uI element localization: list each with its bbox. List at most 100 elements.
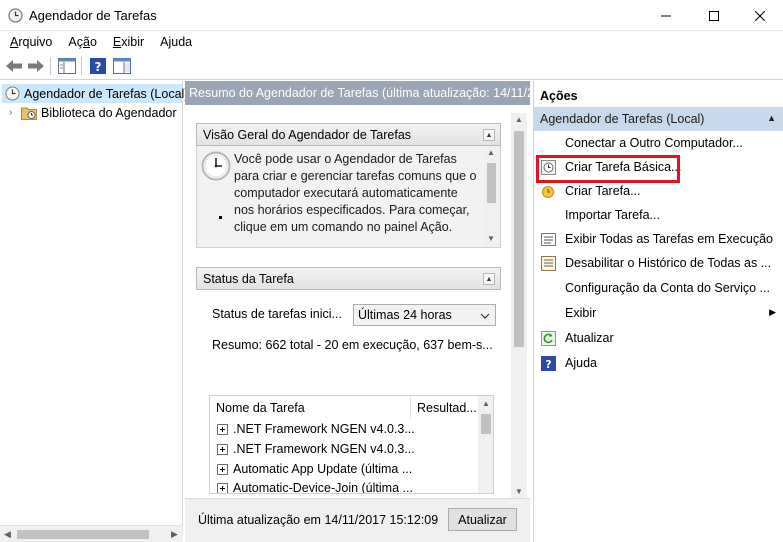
action-service-account-config[interactable]: Configuração da Conta do Serviço ... (534, 276, 783, 300)
select-value: Últimas 24 horas (358, 308, 452, 322)
submenu-arrow-icon: ▶ (769, 307, 776, 317)
tree-item-scheduler-local[interactable]: Agendador de Tarefas (Local) (2, 84, 188, 103)
collapse-up-icon[interactable]: ▲ (483, 273, 495, 285)
table-row[interactable]: Automatic App Update (última ... (210, 459, 412, 479)
actions-group-header[interactable]: Agendador de Tarefas (Local) ▲ (534, 107, 783, 131)
actions-title: Ações (534, 81, 783, 107)
action-disable-history[interactable]: Desabilitar o Histórico de Todas as ... (534, 251, 783, 275)
collapse-up-icon[interactable]: ▲ (483, 129, 495, 141)
status-title: Status da Tarefa (203, 272, 294, 286)
table-row[interactable]: .NET Framework NGEN v4.0.3... (210, 419, 415, 439)
show-hide-action-pane-button[interactable] (112, 56, 132, 76)
clock-large-icon (201, 151, 231, 184)
scroll-up-icon[interactable]: ▲ (515, 115, 523, 124)
tree-horizontal-scrollbar[interactable]: ◀ ▶ (0, 525, 183, 542)
back-arrow-icon (6, 60, 22, 72)
last-update-text: Última atualização em 14/11/2017 15:12:0… (198, 513, 439, 527)
window-title: Agendador de Tarefas (29, 8, 157, 23)
summary-scrollbar[interactable]: ▲ ▼ (511, 113, 527, 501)
help-icon: ? (90, 58, 106, 74)
action-view-menu[interactable]: Exibir ▶ (534, 301, 783, 325)
folder-clock-icon (21, 105, 37, 121)
expand-plus-icon[interactable] (217, 482, 228, 493)
action-create-basic-task[interactable]: Criar Tarefa Básica... (534, 155, 783, 179)
scrollbar-thumb[interactable] (481, 414, 491, 434)
close-button[interactable] (737, 0, 783, 31)
expand-plus-icon[interactable] (217, 443, 228, 455)
menu-bar: Arquivo Ação Exibir Ajuda (0, 31, 783, 53)
scroll-down-icon[interactable]: ▼ (515, 487, 523, 496)
help-toolbar-button[interactable]: ? (88, 56, 108, 76)
toolbar-separator (81, 57, 82, 75)
actions-group-label: Agendador de Tarefas (Local) (540, 112, 705, 126)
scroll-down-icon[interactable]: ▼ (487, 234, 495, 243)
forward-arrow-icon (28, 60, 44, 72)
navigation-tree: Agendador de Tarefas (Local) › Bibliotec… (0, 81, 188, 542)
overview-title: Visão Geral do Agendador de Tarefas (203, 128, 412, 142)
clock-icon (8, 8, 23, 23)
scroll-right-icon[interactable]: ▶ (171, 529, 178, 540)
action-pane-icon (113, 58, 131, 74)
overview-body: Você pode usar o Agendador de Tarefas pa… (196, 146, 501, 248)
overview-scrollbar[interactable]: ▲ ▼ (483, 146, 500, 247)
console-tree-icon (58, 58, 76, 74)
scroll-up-icon[interactable]: ▲ (482, 399, 490, 408)
refresh-icon (540, 330, 556, 346)
status-summary: Resumo: 662 total - 20 em execução, 637 … (212, 338, 493, 352)
action-connect-computer[interactable]: Conectar a Outro Computador... (534, 131, 783, 155)
svg-text:?: ? (545, 358, 551, 371)
menu-acao[interactable]: Ação (58, 35, 103, 49)
expand-plus-icon[interactable] (217, 463, 228, 475)
action-create-task[interactable]: Criar Tarefa... (534, 179, 783, 203)
bullet-dot (219, 216, 222, 219)
action-refresh[interactable]: Atualizar (534, 326, 783, 350)
action-import-task[interactable]: Importar Tarefa... (534, 203, 783, 227)
task-status-table: Nome da Tarefa Resultad... .NET Framewor… (209, 395, 494, 494)
table-row[interactable]: Automatic-Device-Join (última ... (210, 478, 413, 493)
expand-chevron-icon[interactable]: › (9, 107, 21, 118)
summary-header: Resumo do Agendador de Tarefas (última a… (185, 81, 530, 105)
menu-exibir[interactable]: Exibir (103, 35, 150, 49)
expand-plus-icon[interactable] (217, 423, 228, 435)
create-task-icon (540, 183, 556, 199)
title-bar: Agendador de Tarefas (0, 0, 783, 31)
status-section-header[interactable]: Status da Tarefa ▲ (196, 267, 501, 290)
refresh-button[interactable]: Atualizar (448, 508, 517, 531)
summary-body: Visão Geral do Agendador de Tarefas ▲ Vo… (185, 105, 527, 501)
maximize-button[interactable] (691, 0, 737, 31)
column-header-result[interactable]: Resultad... (411, 396, 479, 418)
action-help[interactable]: ? Ajuda (534, 351, 783, 375)
status-section: Status da Tarefa ▲ (196, 267, 501, 290)
table-scrollbar[interactable]: ▲ (478, 396, 493, 493)
collapse-up-icon[interactable]: ▲ (767, 113, 776, 123)
history-icon (540, 255, 556, 271)
back-button[interactable] (4, 56, 24, 76)
menu-arquivo[interactable]: Arquivo (0, 35, 58, 49)
chevron-down-icon (480, 309, 490, 323)
scrollbar-thumb[interactable] (487, 163, 496, 203)
action-show-running-tasks[interactable]: Exibir Todas as Tarefas em Execução (534, 227, 783, 251)
svg-text:?: ? (95, 60, 102, 74)
scroll-up-icon[interactable]: ▲ (487, 148, 495, 157)
table-row[interactable]: .NET Framework NGEN v4.0.3... (210, 439, 415, 459)
show-hide-tree-button[interactable] (57, 56, 77, 76)
summary-panel: Resumo do Agendador de Tarefas (última a… (185, 81, 530, 542)
scrollbar-thumb[interactable] (514, 131, 524, 347)
overview-text: Você pode usar o Agendador de Tarefas pa… (234, 152, 477, 234)
status-period-select[interactable]: Últimas 24 horas (353, 304, 496, 326)
toolbar-separator (50, 57, 51, 75)
forward-button[interactable] (26, 56, 46, 76)
help-icon: ? (540, 355, 556, 371)
minimize-button[interactable] (643, 0, 689, 31)
tree-item-label: Biblioteca do Agendador (41, 105, 177, 120)
scrollbar-thumb[interactable] (17, 530, 149, 539)
column-header-task-name[interactable]: Nome da Tarefa (210, 396, 411, 418)
overview-section: Visão Geral do Agendador de Tarefas ▲ Vo… (196, 123, 501, 248)
scroll-left-icon[interactable]: ◀ (4, 529, 11, 540)
overview-section-header[interactable]: Visão Geral do Agendador de Tarefas ▲ (196, 123, 501, 146)
summary-footer: Última atualização em 14/11/2017 15:12:0… (185, 498, 530, 542)
status-filter-label: Status de tarefas inici... (212, 307, 342, 321)
menu-ajuda[interactable]: Ajuda (150, 35, 198, 49)
tree-item-scheduler-library[interactable]: › Biblioteca do Agendador (9, 103, 177, 122)
basic-task-icon (540, 159, 556, 175)
